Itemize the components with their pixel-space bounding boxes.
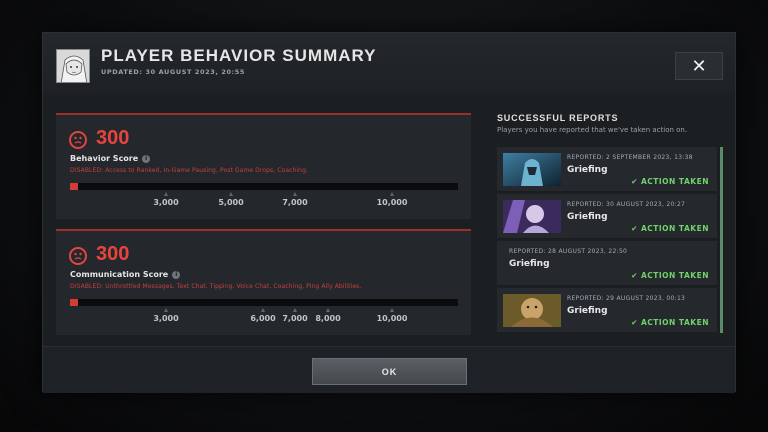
updated-timestamp: UPDATED: 30 AUGUST 2023, 20:55 — [101, 68, 246, 76]
list-item[interactable]: REPORTED: 28 AUGUST 2023, 22:50 Griefing… — [497, 241, 717, 286]
hero-portrait-invoker — [503, 200, 561, 233]
dialog-footer: OK — [43, 346, 735, 393]
behavior-tick: 3,000 — [146, 192, 186, 207]
avatar — [56, 49, 90, 83]
communication-score-card: 300 Communication Score i DISABLED: Unth… — [56, 229, 471, 335]
report-date: REPORTED: 28 AUGUST 2023, 22:50 — [509, 248, 628, 255]
behavior-tick: 10,000 — [372, 192, 412, 207]
action-taken-status: ✔ ACTION TAKEN — [631, 224, 709, 233]
behavior-face-icon — [69, 131, 87, 149]
action-taken-status: ✔ ACTION TAKEN — [631, 177, 709, 186]
avatar-image — [57, 50, 89, 82]
communication-score-label-row: Communication Score i — [70, 270, 181, 279]
scrollbar[interactable] — [720, 147, 723, 333]
communication-score-bar-fill — [70, 299, 78, 306]
behavior-score-value: 300 — [96, 127, 130, 149]
info-icon[interactable]: i — [172, 270, 181, 279]
list-item[interactable]: REPORTED: 29 AUGUST 2023, 00:13 Griefing… — [497, 288, 717, 333]
behavior-tick: 7,000 — [275, 192, 315, 207]
behavior-score-card: 300 Behavior Score i DISABLED: Access to… — [56, 113, 471, 219]
list-item[interactable]: REPORTED: 2 SEPTEMBER 2023, 13:38 Griefi… — [497, 147, 717, 192]
report-reason: Griefing — [509, 259, 550, 269]
report-reason: Griefing — [567, 306, 608, 316]
communication-tick: 10,000 — [372, 308, 412, 323]
dialog-title: PLAYER BEHAVIOR SUMMARY — [101, 46, 377, 65]
report-list[interactable]: REPORTED: 2 SEPTEMBER 2023, 13:38 Griefi… — [497, 147, 723, 333]
behavior-disabled-text: DISABLED: Access to Ranked, In-Game Paus… — [70, 167, 308, 174]
reports-title: SUCCESSFUL REPORTS — [497, 113, 619, 123]
reports-panel: SUCCESSFUL REPORTS Players you have repo… — [497, 113, 723, 333]
report-date: REPORTED: 30 AUGUST 2023, 20:27 — [567, 201, 686, 208]
report-reason: Griefing — [567, 212, 608, 222]
close-button[interactable]: ✕ — [675, 52, 723, 80]
communication-score-value: 300 — [96, 243, 130, 265]
communication-score-label: Communication Score — [70, 270, 169, 279]
ok-button[interactable]: OK — [312, 358, 467, 385]
dialog-header: PLAYER BEHAVIOR SUMMARY UPDATED: 30 AUGU… — [43, 33, 735, 95]
behavior-tick: 5,000 — [211, 192, 251, 207]
behavior-score-bar — [70, 183, 458, 190]
hero-portrait-alchemist — [503, 294, 561, 327]
communication-tick: 3,000 — [146, 308, 186, 323]
report-reason: Griefing — [567, 165, 608, 175]
hero-portrait-phantom-assassin — [503, 153, 561, 186]
behavior-score-label-row: Behavior Score i — [70, 154, 151, 163]
info-icon[interactable]: i — [142, 154, 151, 163]
communication-tick: 8,000 — [308, 308, 348, 323]
behavior-score-label: Behavior Score — [70, 154, 139, 163]
reports-subtitle: Players you have reported that we've tak… — [497, 126, 688, 134]
behavior-summary-dialog: PLAYER BEHAVIOR SUMMARY UPDATED: 30 AUGU… — [42, 32, 736, 393]
report-date: REPORTED: 2 SEPTEMBER 2023, 13:38 — [567, 154, 693, 161]
communication-face-icon — [69, 247, 87, 265]
communication-disabled-text: DISABLED: Unthrottled Messages, Text Cha… — [70, 283, 362, 290]
action-taken-status: ✔ ACTION TAKEN — [631, 271, 709, 280]
behavior-score-bar-fill — [70, 183, 78, 190]
scrollbar-thumb[interactable] — [720, 147, 723, 333]
action-taken-status: ✔ ACTION TAKEN — [631, 318, 709, 327]
report-date: REPORTED: 29 AUGUST 2023, 00:13 — [567, 295, 686, 302]
communication-score-bar — [70, 299, 458, 306]
list-item[interactable]: REPORTED: 30 AUGUST 2023, 20:27 Griefing… — [497, 194, 717, 239]
